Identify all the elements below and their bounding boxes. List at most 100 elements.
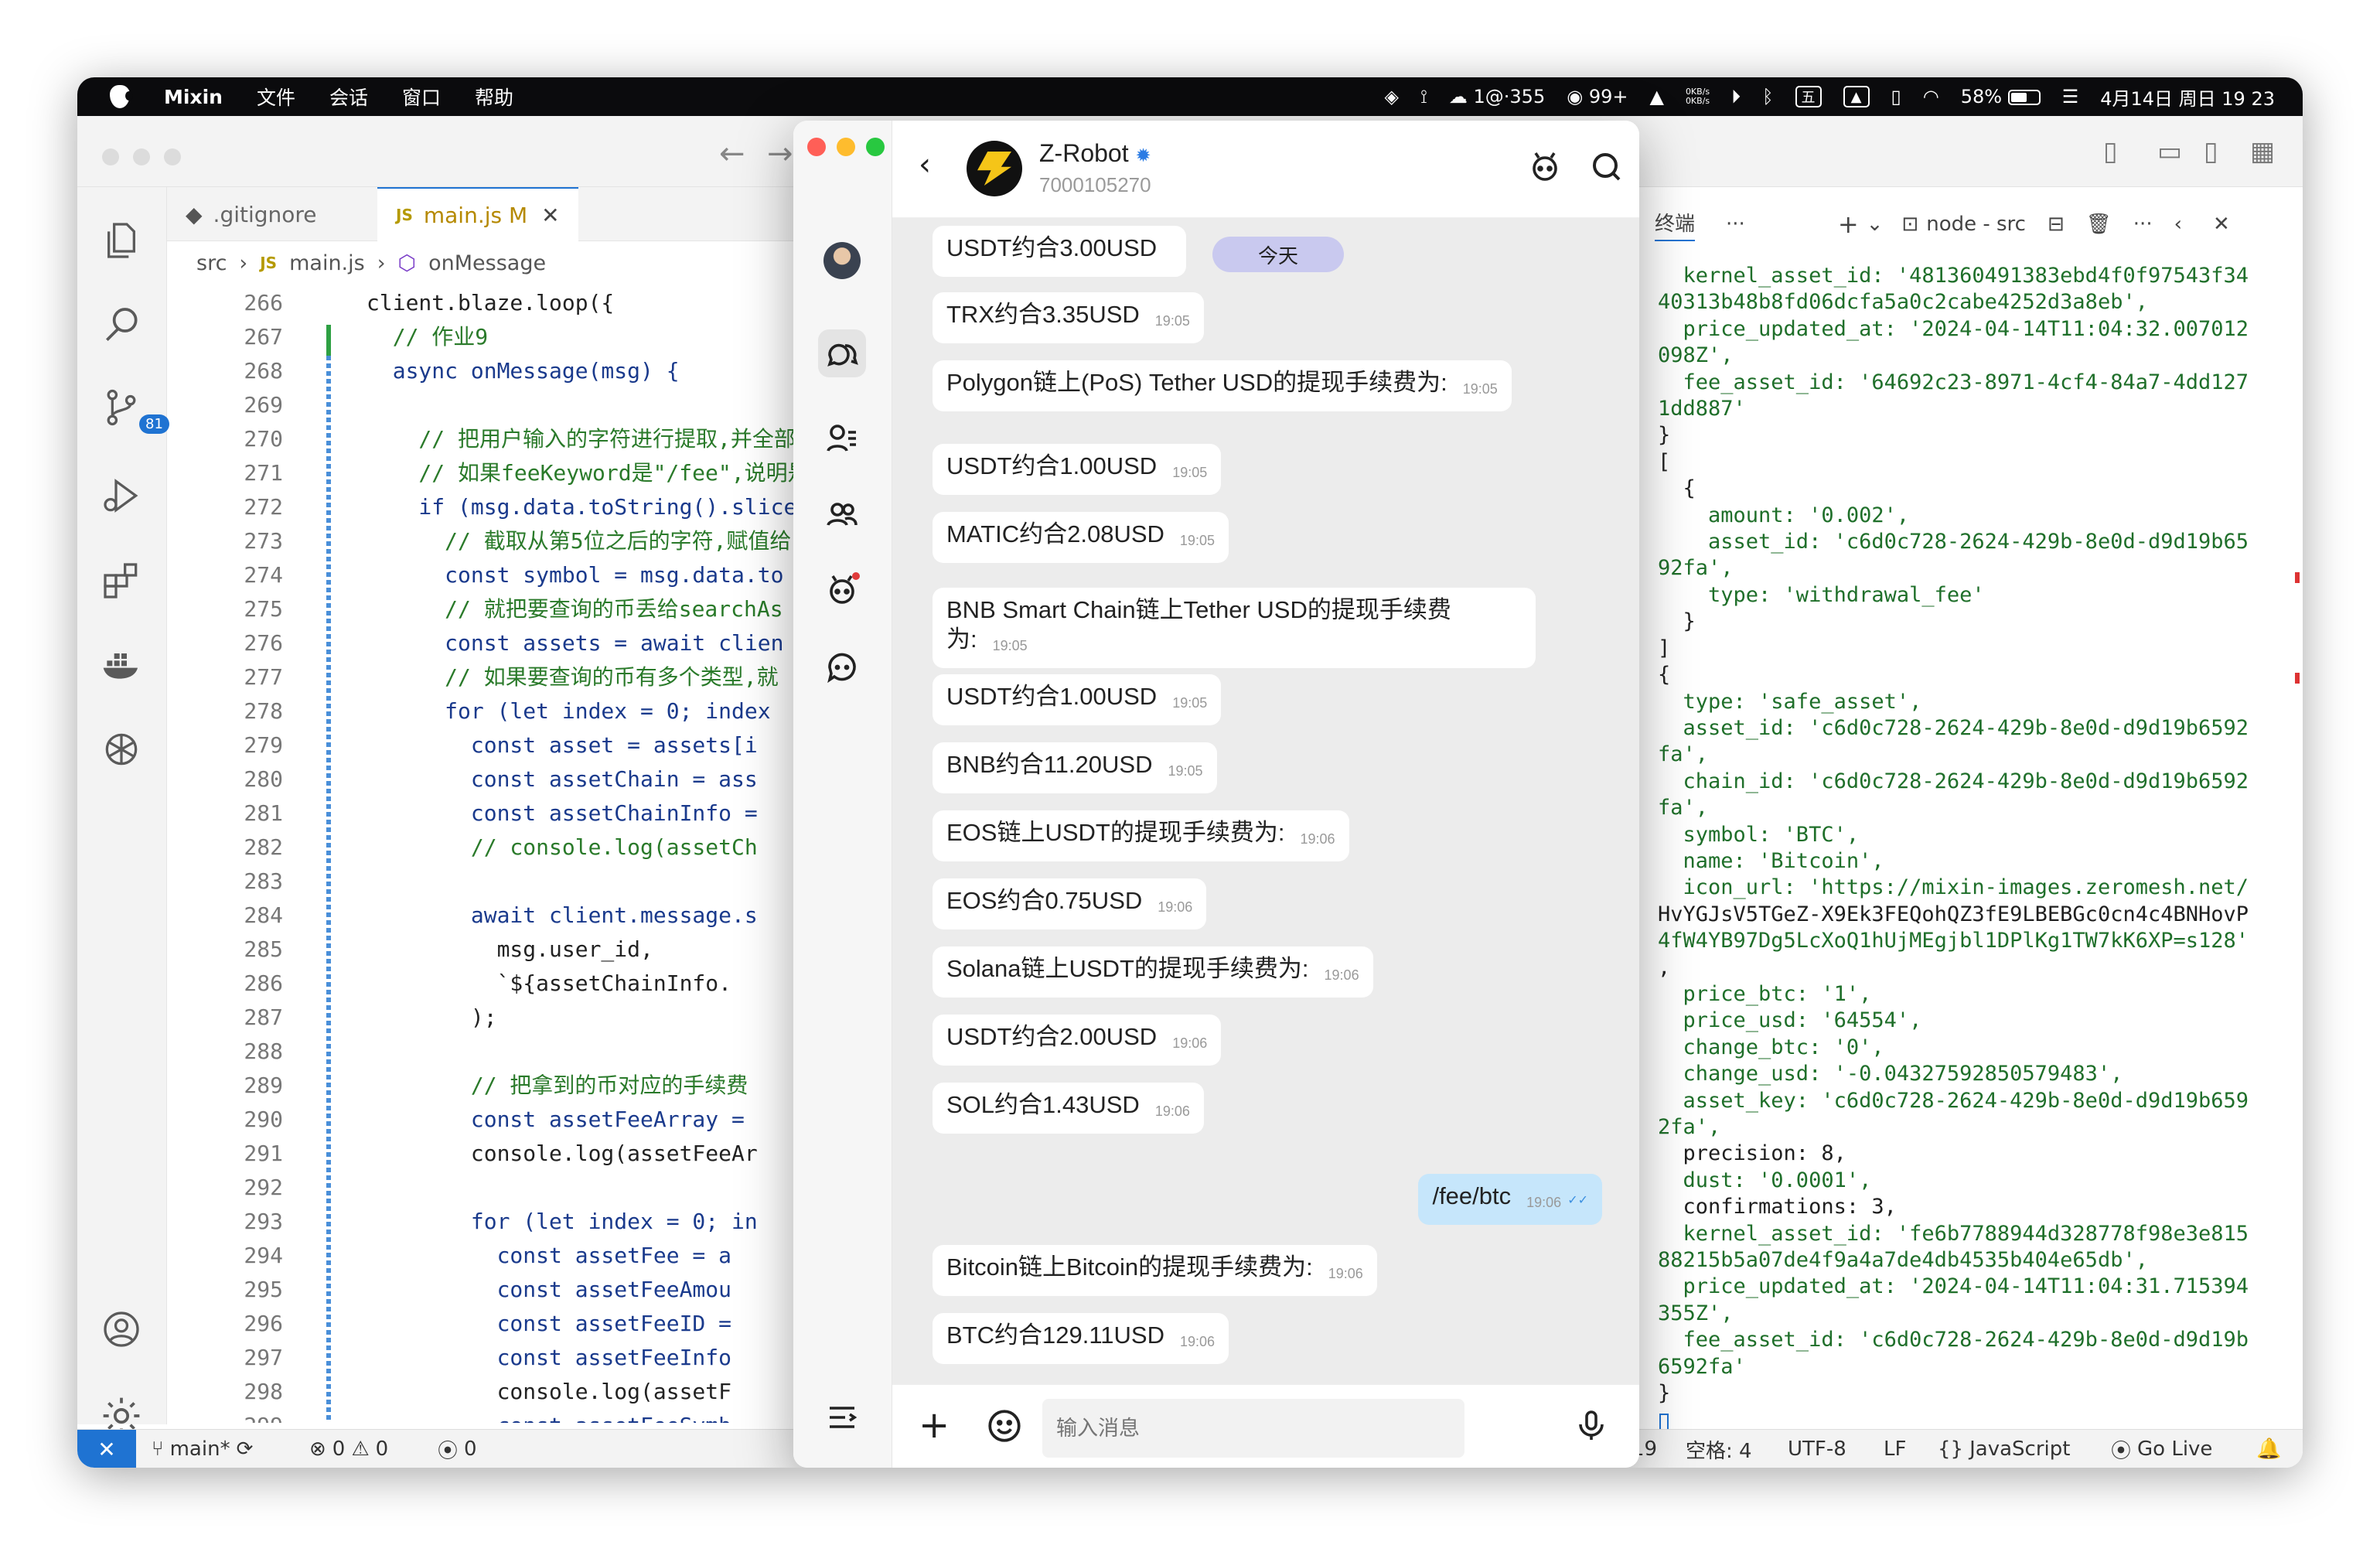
new-terminal-icon[interactable]: + <box>1838 210 1859 239</box>
toggle-secondary-sidebar-icon[interactable]: ▯ <box>2204 136 2218 167</box>
golive-status[interactable]: ⦿ Go Live <box>2111 1430 2212 1468</box>
incoming-message[interactable]: Solana链上USDT的提现手续费为: 19:06 <box>933 946 1373 998</box>
control-center-icon[interactable]: ☰ <box>2062 86 2079 107</box>
zoom-window-button[interactable] <box>866 138 885 156</box>
branch-status[interactable]: ⑂ main* ⟳ <box>152 1430 253 1468</box>
zoom-window-button[interactable] <box>164 148 181 165</box>
incoming-message[interactable]: BNB约合11.20USD 19:05 <box>933 742 1217 793</box>
back-chevron-icon[interactable]: ‹ <box>919 147 931 182</box>
chevron-left-icon[interactable]: ‹ <box>2174 213 2182 236</box>
toggle-sidebar-icon[interactable]: ▯ <box>2103 136 2118 167</box>
user-avatar[interactable] <box>818 237 866 285</box>
chevron-down-icon[interactable]: ⌄ <box>1867 213 1884 236</box>
outgoing-message[interactable]: /fee/btc 19:06 ✓✓ <box>1418 1174 1602 1225</box>
line-number: 270 <box>244 426 283 452</box>
close-tab-icon[interactable]: ✕ <box>541 203 559 228</box>
stack-icon[interactable]: ◈ <box>1384 86 1398 107</box>
close-window-button[interactable] <box>807 138 826 156</box>
incoming-message[interactable]: BTC约合129.11USD 19:06 <box>933 1313 1229 1364</box>
close-window-button[interactable] <box>102 148 119 165</box>
menu-help[interactable]: 帮助 <box>475 83 513 111</box>
split-terminal-icon[interactable]: ⊟ <box>2048 213 2065 236</box>
indentation-status[interactable]: 空格: 4 <box>1686 1430 1752 1468</box>
incoming-message[interactable]: BNB Smart Chain链上Tether USD的提现手续费为: 19:05 <box>933 588 1536 668</box>
explorer-icon[interactable] <box>99 218 144 263</box>
circles-icon[interactable] <box>818 643 866 691</box>
incoming-message[interactable]: USDT约合1.00USD 19:05 <box>933 674 1222 725</box>
breadcrumb-src[interactable]: src <box>196 251 227 275</box>
docker-icon[interactable] <box>99 642 144 687</box>
ports-status[interactable]: ⦿ 0 <box>438 1430 477 1468</box>
emoji-icon[interactable] <box>985 1407 1024 1448</box>
incoming-message[interactable]: Bitcoin链上Bitcoin的提现手续费为: 19:06 <box>933 1245 1377 1296</box>
encoding-status[interactable]: UTF-8 <box>1788 1430 1846 1468</box>
apple-menu-icon[interactable] <box>110 85 133 108</box>
incoming-message[interactable]: USDT约合3.00USD <box>933 226 1187 277</box>
bluetooth-icon[interactable]: ᛒ <box>1762 86 1773 107</box>
battery-status[interactable]: 58% <box>1961 86 2041 107</box>
contact-avatar[interactable] <box>967 141 1022 196</box>
tab-main-js[interactable]: JS main.js M ✕ <box>377 187 578 241</box>
more-icon[interactable]: ··· <box>1726 213 1745 236</box>
forward-arrow-icon[interactable]: → <box>767 136 793 172</box>
search-icon[interactable] <box>99 303 144 348</box>
breadcrumb-file[interactable]: main.js <box>289 251 365 275</box>
input-method[interactable]: 五 <box>1795 86 1822 107</box>
chatgpt-icon[interactable] <box>99 727 144 772</box>
language-status[interactable]: {} JavaScript <box>1938 1430 2070 1468</box>
terminal-tab[interactable]: 终端 <box>1655 208 1696 241</box>
search-icon[interactable] <box>1588 148 1625 189</box>
menu-conversation[interactable]: 会话 <box>329 83 368 111</box>
terminal-line: fa', <box>1658 742 1709 767</box>
microphone-icon[interactable] <box>1573 1407 1610 1448</box>
terminal-session[interactable]: node - src <box>1926 213 2026 236</box>
incoming-message[interactable]: SOL约合1.43USD 19:06 <box>933 1083 1204 1134</box>
terminal-output[interactable]: kernel_asset_id: '481360491383ebd4f0f975… <box>1658 263 2293 1407</box>
menu-file[interactable]: 文件 <box>257 83 295 111</box>
screen-icon[interactable]: ▯ <box>1891 86 1901 107</box>
clock[interactable]: 4月14日 周日 19 23 <box>2100 84 2275 111</box>
contacts-icon[interactable] <box>818 414 866 462</box>
cat-icon[interactable]: ▲ <box>1649 86 1663 107</box>
incoming-message[interactable]: TRX约合3.35USD 19:05 <box>933 292 1204 343</box>
incoming-message[interactable]: Polygon链上(PoS) Tether USD的提现手续费为: 19:05 <box>933 360 1512 411</box>
bot-icon[interactable] <box>1526 148 1563 189</box>
incoming-message[interactable]: USDT约合2.00USD 19:06 <box>933 1015 1222 1066</box>
menu-window[interactable]: 窗口 <box>402 83 441 111</box>
breadcrumb-symbol[interactable]: onMessage <box>428 251 546 275</box>
run-debug-icon[interactable] <box>99 473 144 518</box>
bots-icon[interactable] <box>818 566 866 614</box>
problems-status[interactable]: ⊗ 0 ⚠ 0 <box>309 1430 388 1468</box>
account-icon[interactable] <box>99 1307 144 1352</box>
incoming-message[interactable]: EOS约合0.75USD 19:06 <box>933 878 1207 929</box>
close-panel-icon[interactable]: ✕ <box>2213 213 2230 236</box>
customize-layout-icon[interactable]: ▦ <box>2250 136 2275 167</box>
eol-status[interactable]: LF <box>1884 1430 1906 1468</box>
wechat-status[interactable]: ◉ 99+ <box>1567 86 1628 107</box>
minimize-window-button[interactable] <box>133 148 150 165</box>
notifications-bell-icon[interactable]: 🔔 <box>2256 1430 2281 1468</box>
incoming-message[interactable]: USDT约合1.00USD 19:05 <box>933 444 1222 495</box>
back-arrow-icon[interactable]: ← <box>719 136 745 172</box>
source-control-icon[interactable]: 81 <box>99 385 169 434</box>
more-actions-icon[interactable]: ··· <box>2133 213 2153 236</box>
wifi-icon[interactable]: ◠ <box>1923 86 1939 107</box>
tab-gitignore[interactable]: ◆ .gitignore <box>167 187 336 241</box>
groups-icon[interactable] <box>818 490 866 538</box>
signal-icon[interactable]: ⟟ <box>1420 86 1427 107</box>
collapse-menu-icon[interactable] <box>818 1393 866 1441</box>
weather-status[interactable]: ☁ 1@·355 <box>1449 86 1545 107</box>
photo-icon[interactable]: ▲ <box>1843 86 1870 107</box>
trash-icon[interactable]: 🗑 <box>2086 213 2112 236</box>
incoming-message[interactable]: MATIC约合2.08USD 19:05 <box>933 512 1229 563</box>
toggle-panel-icon[interactable]: ▭ <box>2157 136 2182 167</box>
minimize-window-button[interactable] <box>837 138 855 156</box>
chats-icon[interactable] <box>818 329 866 377</box>
message-input[interactable] <box>1042 1399 1464 1458</box>
extensions-icon[interactable] <box>99 558 144 603</box>
incoming-message[interactable]: EOS链上USDT的提现手续费为: 19:06 <box>933 810 1349 861</box>
app-menu[interactable]: Mixin <box>164 86 223 108</box>
remote-indicator-icon[interactable]: ✕ <box>77 1430 136 1468</box>
add-attachment-icon[interactable]: + <box>919 1403 950 1447</box>
play-icon[interactable]: ⏵ <box>1731 86 1741 107</box>
